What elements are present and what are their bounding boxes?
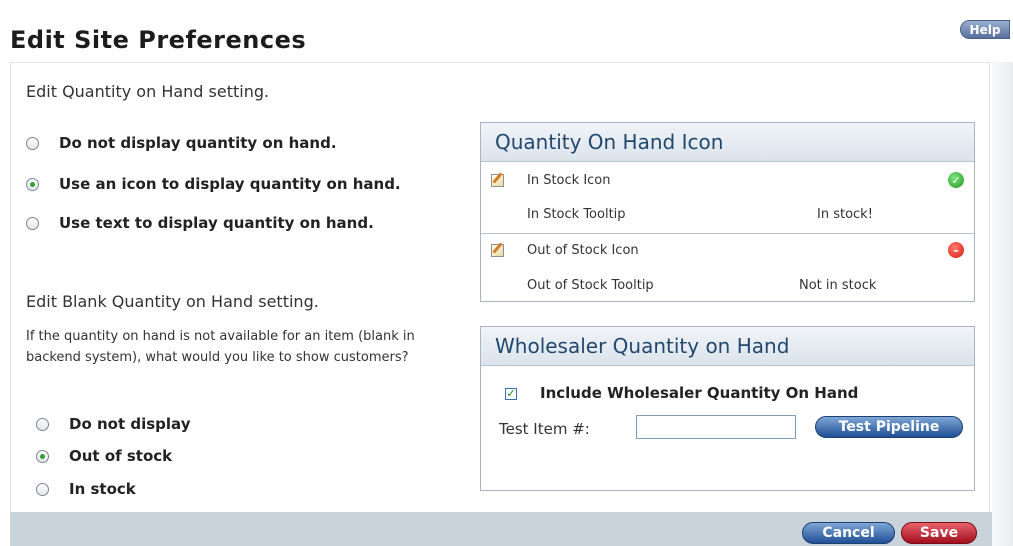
out-of-stock-tooltip-label: Out of Stock Tooltip xyxy=(527,278,654,293)
blank-setting-description: If the quantity on hand is not available… xyxy=(26,329,415,365)
out-of-stock-icon-label: Out of Stock Icon xyxy=(527,243,639,258)
blank-setting-heading: Edit Blank Quantity on Hand setting. xyxy=(26,292,319,311)
wholesaler-box: Wholesaler Quantity on Hand ✓ Include Wh… xyxy=(480,326,975,491)
edit-out-of-stock-icon[interactable] xyxy=(491,244,504,257)
include-wholesaler-checkbox[interactable]: ✓ xyxy=(505,388,517,400)
radio-label: Do not display quantity on hand. xyxy=(59,134,337,152)
in-stock-tooltip-label: In Stock Tooltip xyxy=(527,207,626,222)
qoh-icon-box: Quantity On Hand Icon In Stock Icon ✓ In… xyxy=(480,122,975,302)
radio-label: Use text to display quantity on hand. xyxy=(59,214,374,232)
radio-label: Use an icon to display quantity on hand. xyxy=(59,175,401,193)
red-minus-icon: – xyxy=(948,242,964,258)
radio-button[interactable] xyxy=(26,136,39,150)
qoh-setting-heading: Edit Quantity on Hand setting. xyxy=(26,82,270,101)
radio-blank-out-of-stock[interactable]: Out of stock xyxy=(36,447,172,465)
radio-blank-in-stock[interactable]: In stock xyxy=(36,480,136,498)
radio-qoh-do-not-display[interactable]: Do not display quantity on hand. xyxy=(26,134,337,152)
radio-button-selected[interactable] xyxy=(26,177,39,191)
edit-in-stock-icon[interactable] xyxy=(491,174,504,187)
radio-qoh-text[interactable]: Use text to display quantity on hand. xyxy=(26,214,374,232)
radio-button[interactable] xyxy=(36,482,49,496)
qoh-icon-box-title: Quantity On Hand Icon xyxy=(481,123,974,162)
wholesaler-box-title: Wholesaler Quantity on Hand xyxy=(481,327,974,366)
in-stock-icon-label: In Stock Icon xyxy=(527,173,611,188)
radio-button-selected[interactable] xyxy=(36,449,49,463)
scroll-gutter xyxy=(992,62,1013,546)
green-check-icon: ✓ xyxy=(948,172,964,188)
radio-qoh-icon[interactable]: Use an icon to display quantity on hand. xyxy=(26,175,401,193)
out-of-stock-tooltip-value: Not in stock xyxy=(799,278,877,293)
radio-label: In stock xyxy=(69,480,136,498)
help-button[interactable]: Help xyxy=(960,20,1010,39)
include-wholesaler-label: Include Wholesaler Quantity On Hand xyxy=(540,384,859,402)
radio-blank-do-not-display[interactable]: Do not display xyxy=(36,415,190,433)
save-button[interactable]: Save xyxy=(901,522,977,544)
radio-button[interactable] xyxy=(36,417,49,431)
divider xyxy=(481,233,974,234)
test-item-input[interactable] xyxy=(636,415,796,439)
radio-button[interactable] xyxy=(26,216,39,230)
page-title: Edit Site Preferences xyxy=(10,26,307,54)
radio-label: Out of stock xyxy=(69,447,173,465)
in-stock-tooltip-value: In stock! xyxy=(817,207,873,222)
test-pipeline-button[interactable]: Test Pipeline xyxy=(815,416,963,438)
cancel-button[interactable]: Cancel xyxy=(802,522,895,544)
test-item-label: Test Item #: xyxy=(499,420,590,438)
radio-label: Do not display xyxy=(69,415,191,433)
